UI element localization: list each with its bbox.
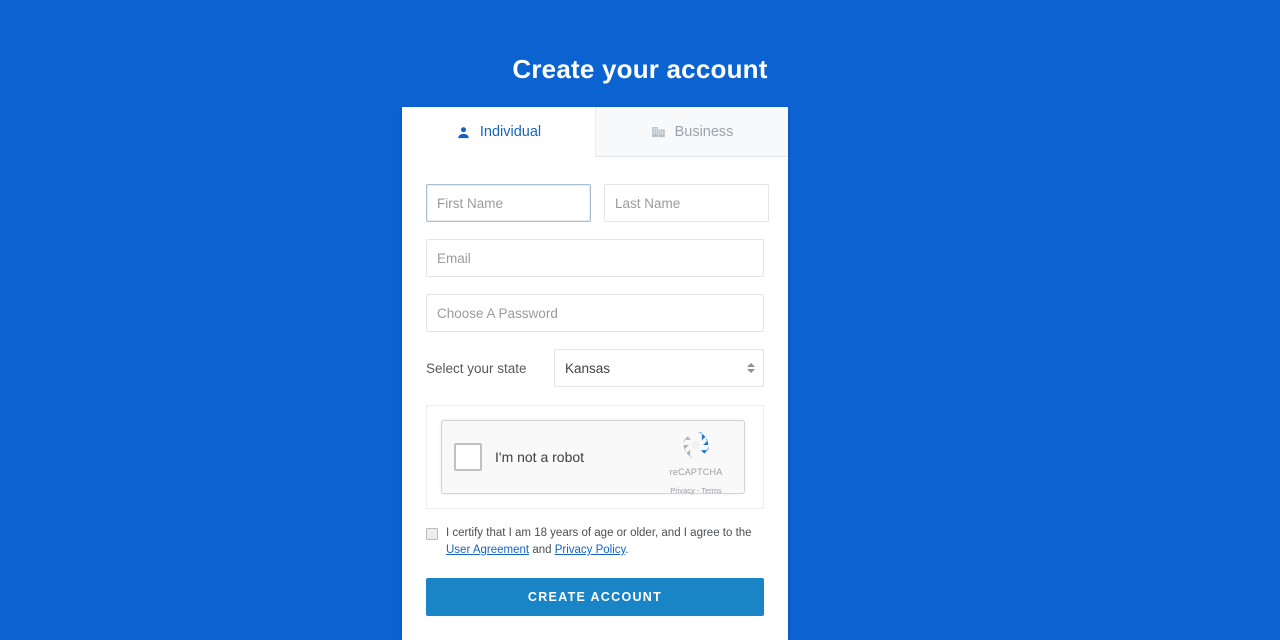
signup-form: Select your state Kansas I'm not a robot	[402, 157, 788, 616]
state-select-value: Kansas	[565, 360, 611, 376]
user-agreement-link[interactable]: User Agreement	[446, 544, 529, 556]
certify-period: .	[625, 544, 629, 556]
certify-checkbox[interactable]	[426, 528, 438, 540]
recaptcha-container: I'm not a robot reCAPTCHA Privacy - Term…	[426, 405, 764, 509]
person-icon	[456, 125, 471, 140]
certify-row: I certify that I am 18 years of age or o…	[426, 525, 764, 559]
certify-text: I certify that I am 18 years of age or o…	[446, 525, 764, 559]
state-label: Select your state	[426, 360, 527, 376]
last-name-input[interactable]	[604, 184, 769, 222]
tab-business[interactable]: Business	[595, 107, 788, 157]
signup-card: Individual Business First Name Last Name…	[402, 107, 788, 640]
building-icon	[651, 124, 666, 139]
tab-individual-label: Individual	[479, 124, 542, 140]
tab-business-label: Business	[674, 123, 734, 140]
recaptcha-widget[interactable]: I'm not a robot reCAPTCHA Privacy - Term…	[441, 420, 745, 495]
state-select[interactable]: Kansas	[554, 349, 764, 387]
create-account-button[interactable]: CREATE ACCOUNT	[426, 578, 764, 616]
certify-text-main: I certify that I am 18 years of age or o…	[446, 527, 752, 539]
recaptcha-branding: reCAPTCHA Privacy - Terms	[658, 428, 734, 498]
certify-conjunction: and	[532, 544, 552, 556]
recaptcha-checkbox[interactable]	[454, 443, 482, 471]
privacy-policy-link[interactable]: Privacy Policy	[555, 544, 626, 556]
tab-individual[interactable]: Individual	[402, 107, 595, 158]
state-row: Select your state Kansas	[426, 349, 764, 387]
signup-page: Create your account Individual Business …	[0, 0, 1280, 640]
recaptcha-logo-icon	[683, 432, 709, 458]
name-row	[426, 184, 769, 222]
recaptcha-brand-links[interactable]: Privacy - Terms	[670, 486, 722, 495]
password-input[interactable]	[426, 294, 764, 332]
state-select-wrapper: Kansas	[554, 349, 764, 387]
page-title: Create your account	[512, 54, 768, 85]
recaptcha-brand-name: reCAPTCHA	[669, 467, 723, 477]
recaptcha-label: I'm not a robot	[495, 449, 585, 465]
email-input[interactable]	[426, 239, 764, 277]
account-type-tabs: Individual Business	[402, 107, 788, 158]
first-name-input[interactable]	[426, 184, 591, 222]
